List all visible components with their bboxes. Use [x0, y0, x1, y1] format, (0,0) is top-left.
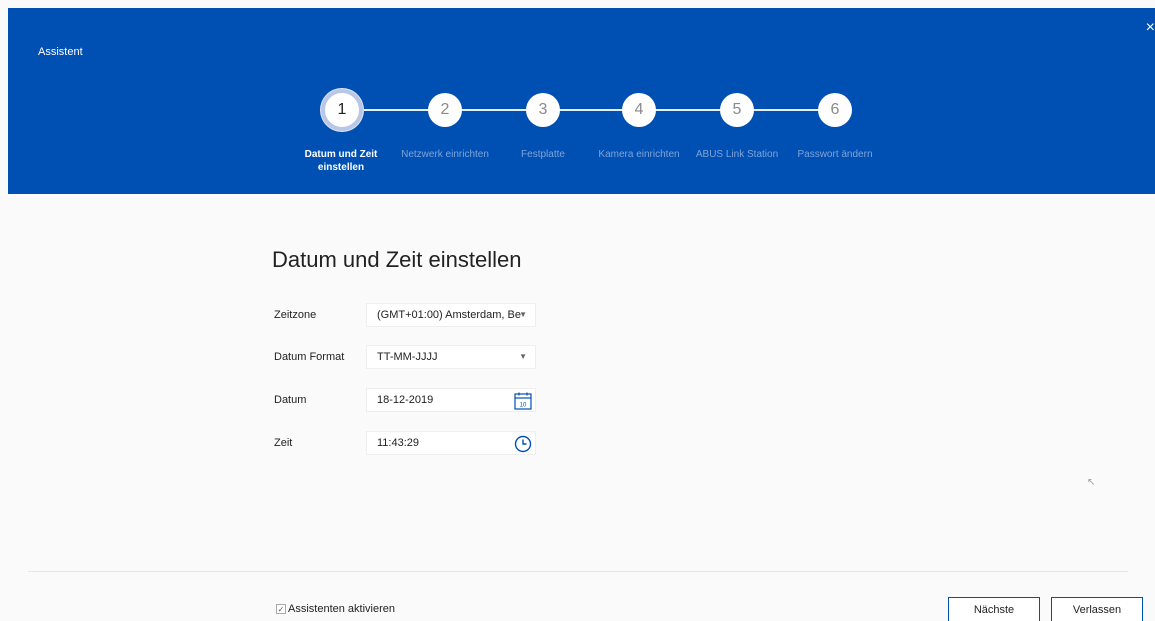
step-connector	[752, 109, 820, 111]
calendar-icon[interactable]: 10	[513, 391, 533, 411]
step-1-circle[interactable]: 1	[321, 89, 363, 131]
step-indicator: 1 2 3 4 5 6 Datum und Zeit einstellen Ne…	[8, 8, 1155, 194]
date-format-select[interactable]: TT-MM-JJJJ ▼	[366, 345, 536, 369]
page-title: Datum und Zeit einstellen	[272, 247, 522, 272]
step-5-label[interactable]: ABUS Link Station	[692, 148, 782, 161]
date-format-value: TT-MM-JJJJ	[377, 351, 438, 363]
step-connector	[654, 109, 722, 111]
footer-divider	[28, 571, 1128, 572]
timezone-select[interactable]: (GMT+01:00) Amsterdam, Be ▼	[366, 303, 536, 327]
step-6-circle[interactable]: 6	[818, 93, 852, 127]
time-value: 11:43:29	[377, 437, 420, 449]
step-4-label[interactable]: Kamera einrichten	[594, 148, 684, 161]
time-label: Zeit	[274, 437, 293, 449]
date-format-label: Datum Format	[274, 351, 345, 363]
step-2-circle[interactable]: 2	[428, 93, 462, 127]
enable-wizard-option[interactable]: ✓ Assistenten aktivieren	[276, 603, 395, 615]
mouse-pointer-icon: ↖	[1087, 477, 1096, 488]
step-3-circle[interactable]: 3	[526, 93, 560, 127]
next-button[interactable]: Nächste	[948, 597, 1040, 621]
checkbox-checked-icon[interactable]: ✓	[276, 604, 286, 614]
step-connector	[460, 109, 528, 111]
calendar-day-number: 10	[520, 403, 527, 409]
clock-icon[interactable]	[513, 434, 533, 454]
chevron-down-icon: ▼	[519, 310, 527, 319]
timezone-value: (GMT+01:00) Amsterdam, Be	[377, 309, 521, 321]
chevron-down-icon: ▼	[519, 352, 527, 361]
date-field[interactable]: 18-12-2019 10	[366, 388, 536, 412]
date-value: 18-12-2019	[377, 394, 434, 406]
step-5-circle[interactable]: 5	[720, 93, 754, 127]
step-2-label[interactable]: Netzwerk einrichten	[400, 148, 490, 161]
wizard-header: Assistent × 1 2 3 4 5 6 Datum und Zeit e…	[8, 8, 1155, 194]
exit-button[interactable]: Verlassen	[1051, 597, 1143, 621]
step-connector	[364, 109, 430, 111]
step-3-label[interactable]: Festplatte	[498, 148, 588, 161]
enable-wizard-label: Assistenten aktivieren	[288, 603, 395, 615]
step-1-label[interactable]: Datum und Zeit einstellen	[297, 148, 385, 174]
time-field[interactable]: 11:43:29	[366, 431, 536, 455]
step-connector	[558, 109, 624, 111]
step-6-label[interactable]: Passwort ändern	[790, 148, 880, 161]
step-4-circle[interactable]: 4	[622, 93, 656, 127]
timezone-label: Zeitzone	[274, 309, 317, 321]
date-label: Datum	[274, 394, 307, 406]
